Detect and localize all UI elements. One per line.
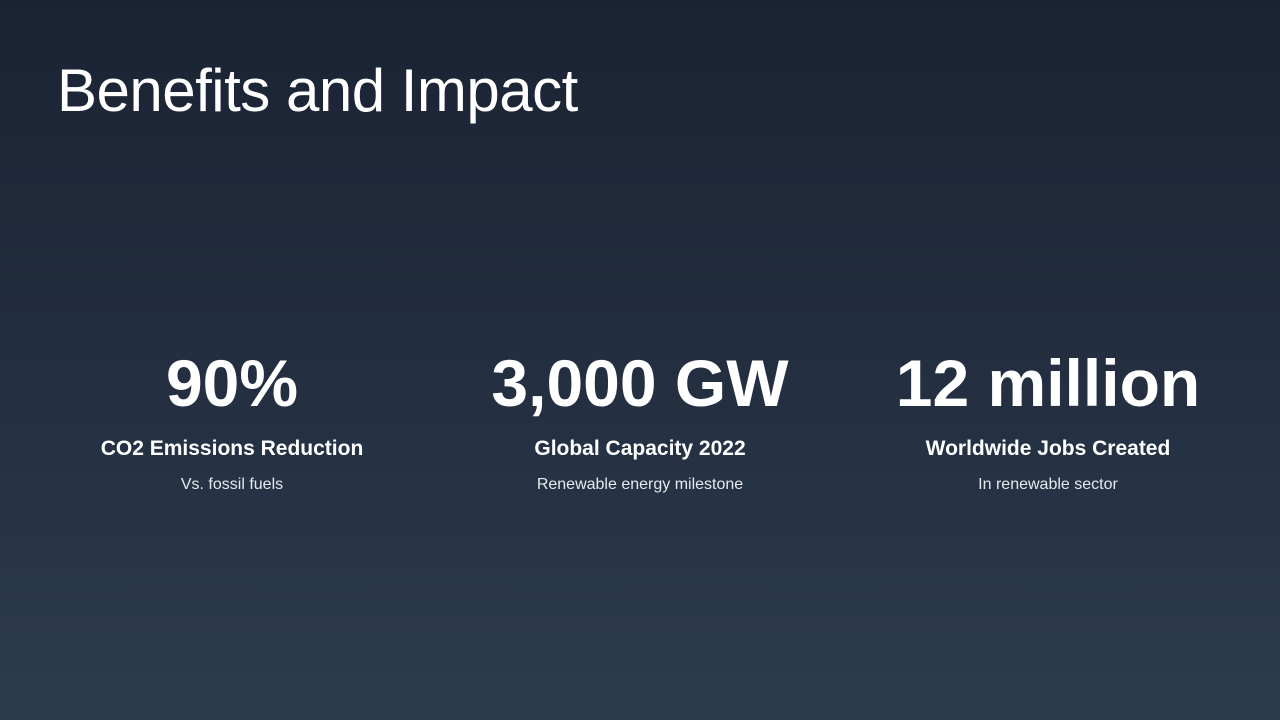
- stat-subtitle: Renewable energy milestone: [536, 476, 744, 493]
- stat-label: Global Capacity 2022: [534, 437, 746, 460]
- stat-label: CO2 Emissions Reduction: [100, 437, 364, 460]
- stats-row: 90% CO2 Emissions Reduction Vs. fossil f…: [28, 346, 1252, 495]
- stat-subtitle: In renewable sector: [978, 476, 1118, 493]
- stat-global-capacity: 3,000 GW Global Capacity 2022 Renewable …: [436, 346, 844, 495]
- stat-value: 12 million: [895, 346, 1201, 420]
- slide-title: Benefits and Impact: [57, 57, 578, 124]
- stat-label: Worldwide Jobs Created: [925, 437, 1171, 460]
- stat-value: 3,000 GW: [491, 346, 789, 420]
- stat-subtitle: Vs. fossil fuels: [180, 476, 284, 493]
- stat-value: 90%: [165, 346, 299, 420]
- stat-jobs-created: 12 million Worldwide Jobs Created In ren…: [844, 346, 1252, 495]
- stat-co2-reduction: 90% CO2 Emissions Reduction Vs. fossil f…: [28, 346, 436, 495]
- slide: Benefits and Impact 90% CO2 Emissions Re…: [0, 0, 1280, 720]
